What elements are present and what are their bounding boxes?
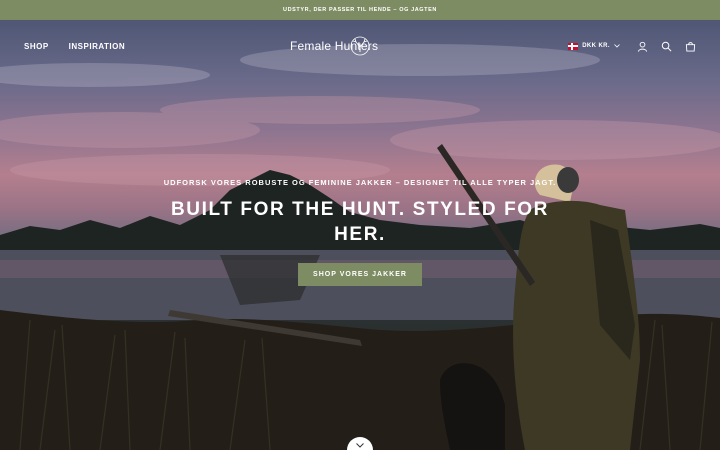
currency-label: DKK KR. <box>582 43 610 49</box>
hero-headline: BUILT FOR THE HUNT. STYLED FOR HER. <box>170 199 550 245</box>
cart-icon[interactable] <box>684 40 696 52</box>
currency-selector[interactable]: DKK KR. <box>568 42 620 50</box>
site-header: SHOP INSPIRATION Female Hunters DKK KR. <box>0 20 720 72</box>
chevron-down-icon <box>356 443 364 448</box>
announcement-text: UDSTYR, DER PASSER TIL HENDE – OG JAGTEN <box>283 7 437 13</box>
denmark-flag-icon <box>568 42 579 50</box>
shop-jackets-button[interactable]: SHOP VORES JAKKER <box>298 263 422 286</box>
hero-eyebrow: UDFORSK VORES ROBUSTE OG FEMININE JAKKER… <box>163 178 557 187</box>
nav-shop-link[interactable]: SHOP <box>24 42 49 51</box>
logo-text: Female Hunters <box>290 39 379 53</box>
chevron-down-icon <box>614 44 620 48</box>
announcement-bar: UDSTYR, DER PASSER TIL HENDE – OG JAGTEN <box>0 0 720 20</box>
nav-inspiration-link[interactable]: INSPIRATION <box>69 42 125 51</box>
header-actions: DKK KR. <box>568 40 696 52</box>
account-icon[interactable] <box>636 40 648 52</box>
search-icon[interactable] <box>660 40 672 52</box>
site-logo[interactable]: Female Hunters <box>290 36 378 56</box>
primary-nav: SHOP INSPIRATION <box>24 42 125 51</box>
hero-content: UDFORSK VORES ROBUSTE OG FEMININE JAKKER… <box>0 178 720 286</box>
